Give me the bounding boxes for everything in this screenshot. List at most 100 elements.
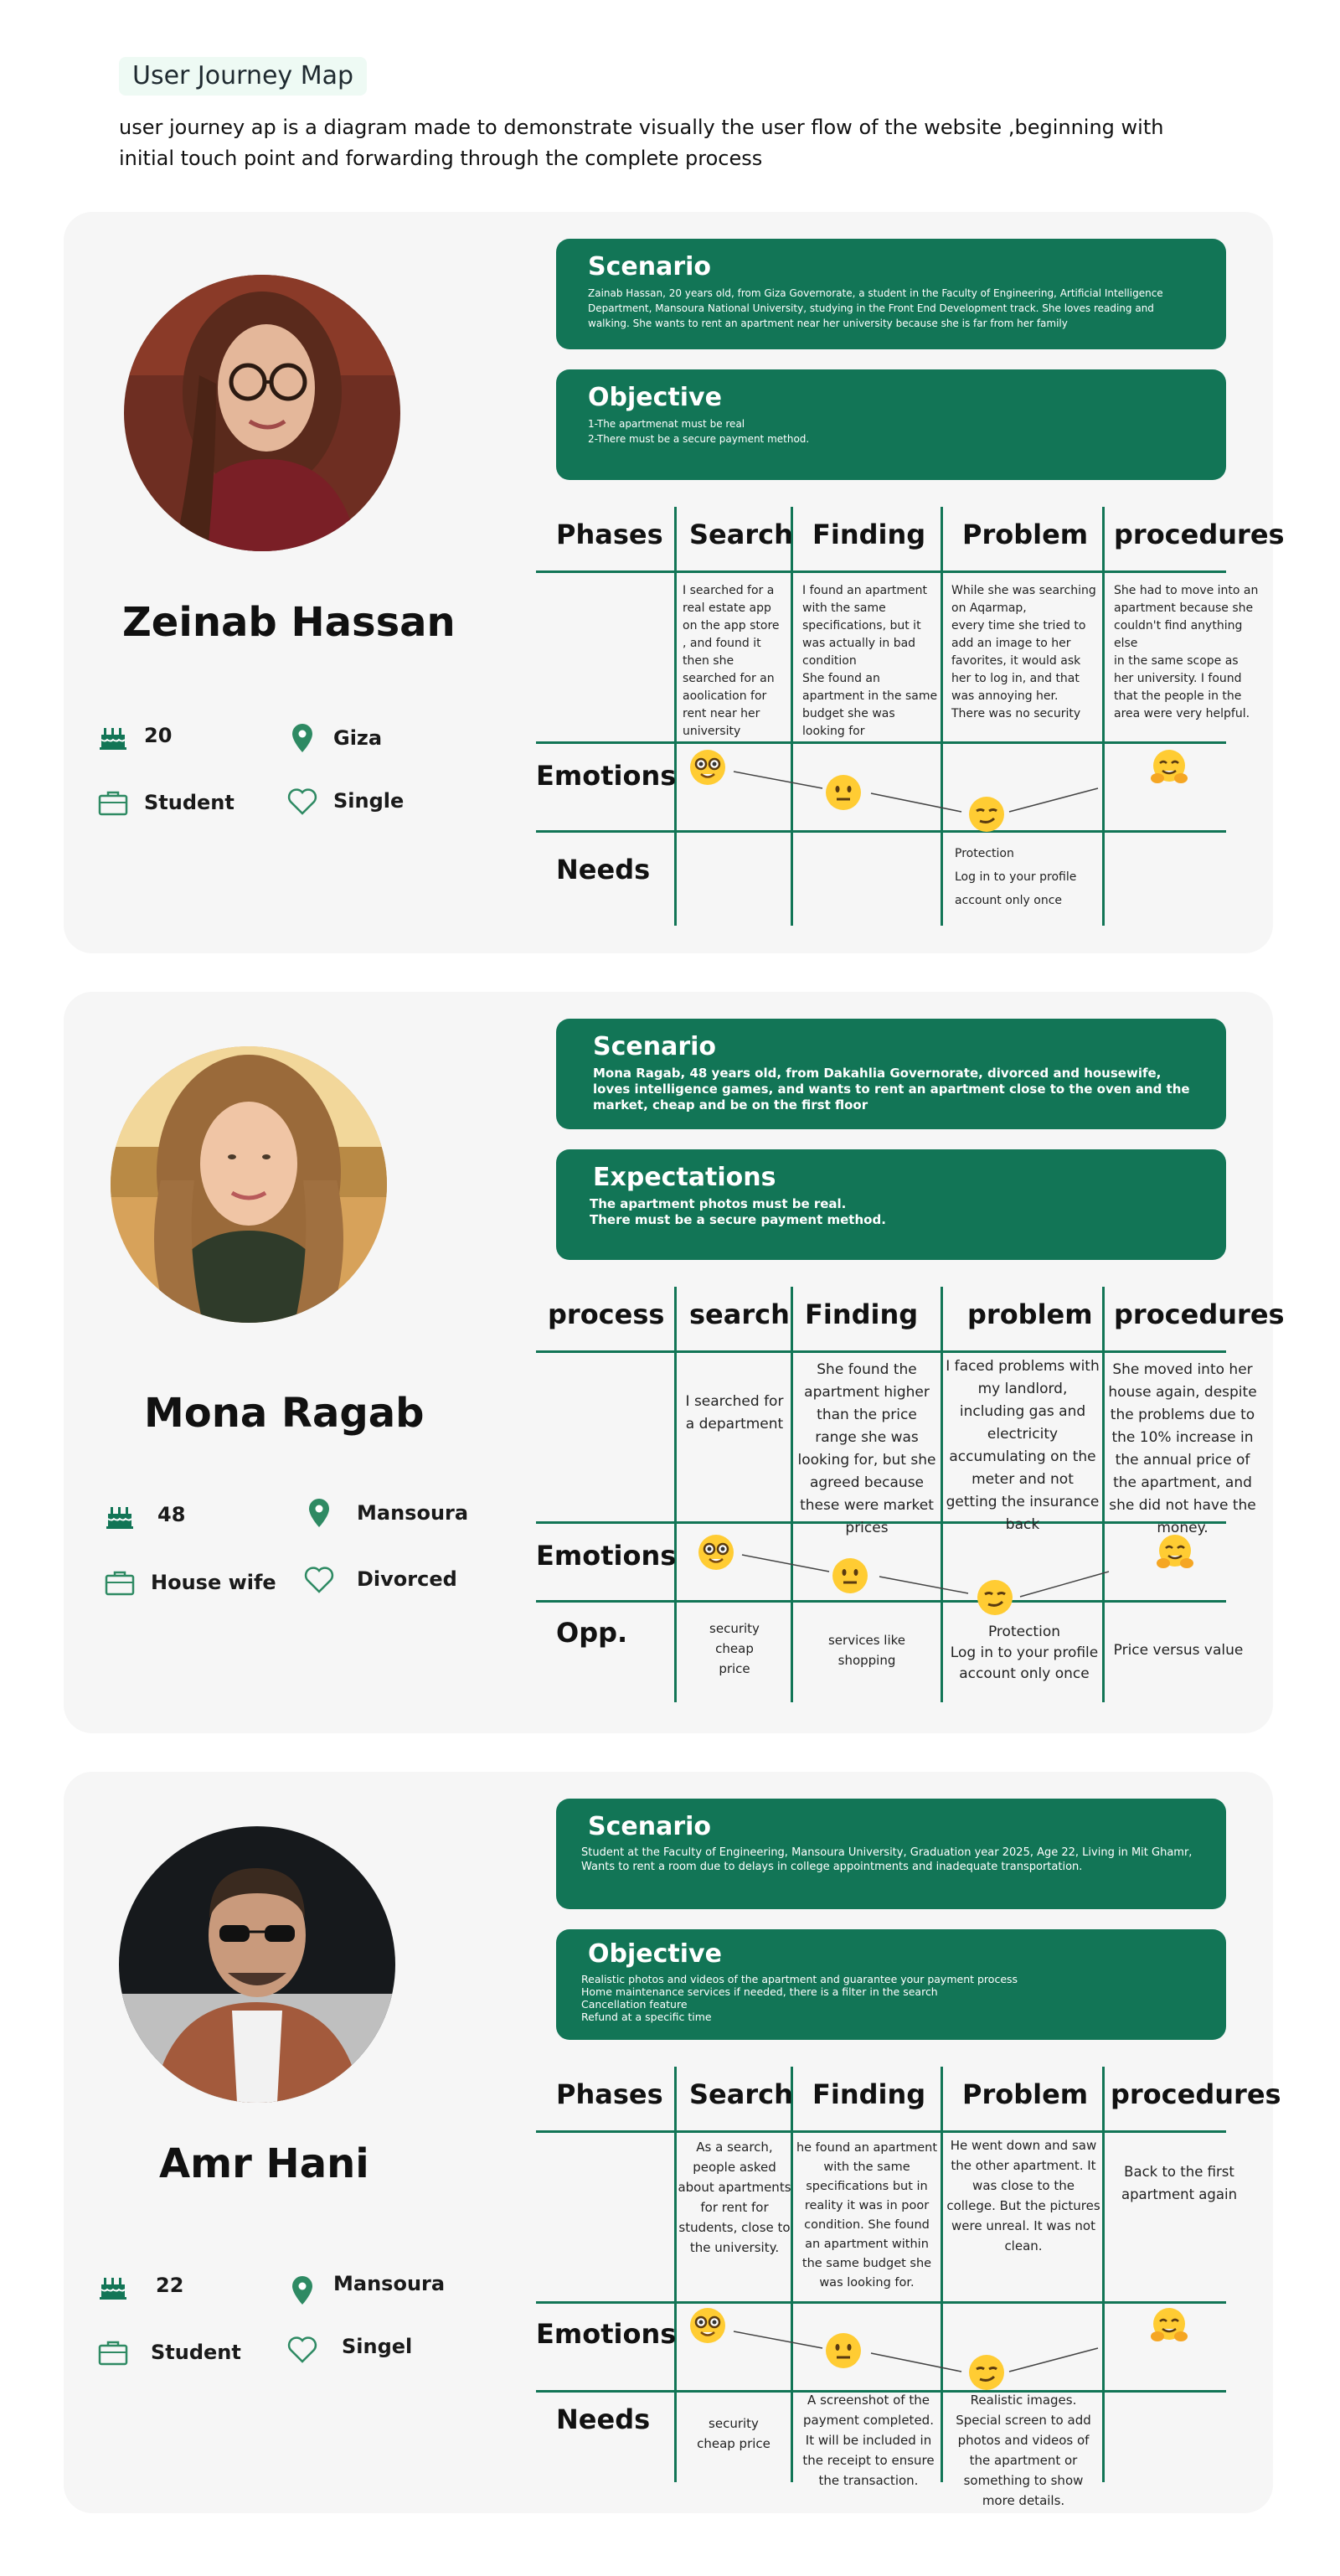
location-pin-icon	[303, 1497, 335, 1529]
objective-box: Objective 1-The apartmenat must be real …	[556, 369, 1226, 480]
cell-problem: He went down and saw the other apartment…	[946, 2138, 1100, 2253]
column-header-problem: Problem	[962, 519, 1089, 550]
scenario-title: Scenario	[593, 1032, 717, 1061]
journey-grid: process search Finding problem procedure…	[536, 1287, 1285, 1706]
needs-problem: Realistic images. Special screen to add …	[956, 2393, 1091, 2508]
row-header-needs: Needs	[556, 2403, 651, 2435]
cell-procedures: She had to move into an apartment becaus…	[1114, 584, 1259, 720]
nerd-face-icon	[688, 2306, 727, 2345]
scenario-title: Scenario	[588, 1812, 712, 1841]
objective-title: Objective	[588, 383, 722, 412]
cell-search: As a search, people asked about apartmen…	[678, 2140, 791, 2255]
age-attribute: 22	[97, 2269, 183, 2301]
row-header-emotions: Emotions	[536, 760, 677, 792]
journey-grid: Phases Search Finding Problem procedures…	[536, 2067, 1281, 2508]
heart-icon	[286, 2333, 318, 2365]
status-value: Single	[333, 789, 405, 813]
city-attribute: Mansoura	[286, 2272, 445, 2306]
neutral-face-icon	[824, 2331, 863, 2370]
nerd-face-icon	[688, 748, 727, 787]
job-value: House wife	[151, 1571, 276, 1594]
cell-finding: I found an apartment with the same speci…	[802, 584, 938, 738]
row-header-emotions: Emotions	[536, 2318, 677, 2350]
cell-problem: While she was searching on Aqarmap, ever…	[951, 584, 1096, 720]
row-header-opportunities: Opp.	[556, 1617, 628, 1649]
needs-search: security cheap price	[697, 2416, 770, 2451]
city-attribute: Giza	[286, 722, 382, 754]
scenario-text: Student at the Faculty of Engineering, M…	[581, 1846, 1193, 1873]
cell-procedures: She moved into her house again, despite …	[1108, 1361, 1257, 1536]
birthday-cake-icon	[97, 720, 129, 751]
column-header-finding: Finding	[812, 2078, 926, 2110]
cell-problem: I faced problems with my landlord, inclu…	[946, 1358, 1100, 1533]
status-attribute: Divorced	[303, 1563, 457, 1595]
briefcase-icon	[104, 1567, 136, 1598]
column-header-search: search	[689, 1298, 790, 1330]
age-attribute: 20	[97, 720, 172, 751]
cell-finding: She found the apartment higher than the …	[797, 1361, 936, 1536]
column-header-procedures: procedures	[1111, 2078, 1281, 2110]
city-value: Giza	[333, 726, 383, 750]
smirking-face-icon	[976, 1578, 1014, 1617]
neutral-face-icon	[824, 773, 863, 812]
scenario-box: Scenario Student at the Faculty of Engin…	[556, 1799, 1226, 1909]
birthday-cake-icon	[104, 1499, 136, 1531]
opp-search: security cheap price	[709, 1621, 760, 1676]
job-value: Student	[144, 791, 234, 814]
objective-title: Objective	[588, 1939, 722, 1969]
scenario-text: Zainab Hassan, 20 years old, from Giza G…	[588, 287, 1163, 329]
status-value: Divorced	[357, 1567, 457, 1591]
location-pin-icon	[286, 722, 318, 754]
expectations-title: Expectations	[593, 1163, 776, 1192]
expectations-box: Expectations The apartment photos must b…	[556, 1149, 1226, 1260]
column-header-phase: Phases	[556, 2078, 663, 2110]
column-header-problem: Problem	[962, 2078, 1089, 2110]
column-header-procedures: procedures	[1114, 519, 1285, 550]
objective-text: 1-The apartmenat must be real 2-There mu…	[588, 418, 810, 445]
hugging-face-icon	[1156, 1533, 1194, 1572]
hugging-face-icon	[1150, 2306, 1188, 2345]
neutral-face-icon	[831, 1556, 869, 1595]
journey-grid: Phases Search Finding Problem procedures…	[536, 507, 1285, 926]
persona-photo	[124, 275, 400, 551]
persona-name: Mona Ragab	[144, 1390, 425, 1437]
opp-problem: Protection Log in to your profile accoun…	[950, 1624, 1099, 1682]
expectations-text: The apartment photos must be real. There…	[590, 1196, 886, 1227]
needs-problem: Protection Log in to your profile accoun…	[955, 847, 1077, 907]
persona-name: Zeinab Hassan	[122, 599, 456, 646]
status-attribute: Singel	[286, 2333, 412, 2365]
age-value: 22	[156, 2274, 184, 2297]
job-value: Student	[151, 2341, 241, 2364]
column-header-finding: Finding	[805, 1298, 919, 1330]
heart-icon	[303, 1563, 335, 1595]
scenario-title: Scenario	[588, 252, 712, 281]
location-pin-icon	[286, 2274, 318, 2306]
age-value: 48	[157, 1503, 186, 1526]
row-header-emotions: Emotions	[536, 1540, 677, 1572]
cell-search: I searched for a department	[685, 1393, 784, 1433]
age-value: 20	[144, 724, 173, 747]
persona-name: Amr Hani	[159, 2140, 369, 2187]
status-value: Singel	[342, 2335, 413, 2358]
cell-search: I searched for a real estate app on the …	[683, 584, 780, 738]
scenario-text: Mona Ragab, 48 years old, from Dakahlia …	[593, 1066, 1190, 1112]
hugging-face-icon	[1150, 748, 1188, 787]
job-attribute: Student	[97, 787, 234, 818]
page-title: User Journey Map	[119, 57, 368, 96]
heart-icon	[286, 785, 318, 817]
nerd-face-icon	[697, 1533, 735, 1572]
objective-box: Objective Realistic photos and videos of…	[556, 1929, 1226, 2040]
opp-finding: services like shopping	[827, 1633, 906, 1668]
status-attribute: Single	[286, 785, 404, 817]
objective-text: Realistic photos and videos of the apart…	[581, 1973, 1018, 2023]
column-header-problem: problem	[967, 1298, 1093, 1330]
briefcase-icon	[97, 2336, 129, 2368]
scenario-box: Scenario Zainab Hassan, 20 years old, fr…	[556, 239, 1226, 349]
persona-photo	[111, 1046, 387, 1323]
needs-finding: A screenshot of the payment completed. I…	[802, 2393, 935, 2488]
city-value: Mansoura	[357, 1501, 469, 1525]
column-header-process: process	[548, 1298, 665, 1330]
city-attribute: Mansoura	[303, 1497, 468, 1529]
smirking-face-icon	[967, 795, 1006, 834]
column-header-phase: Phases	[556, 519, 663, 550]
